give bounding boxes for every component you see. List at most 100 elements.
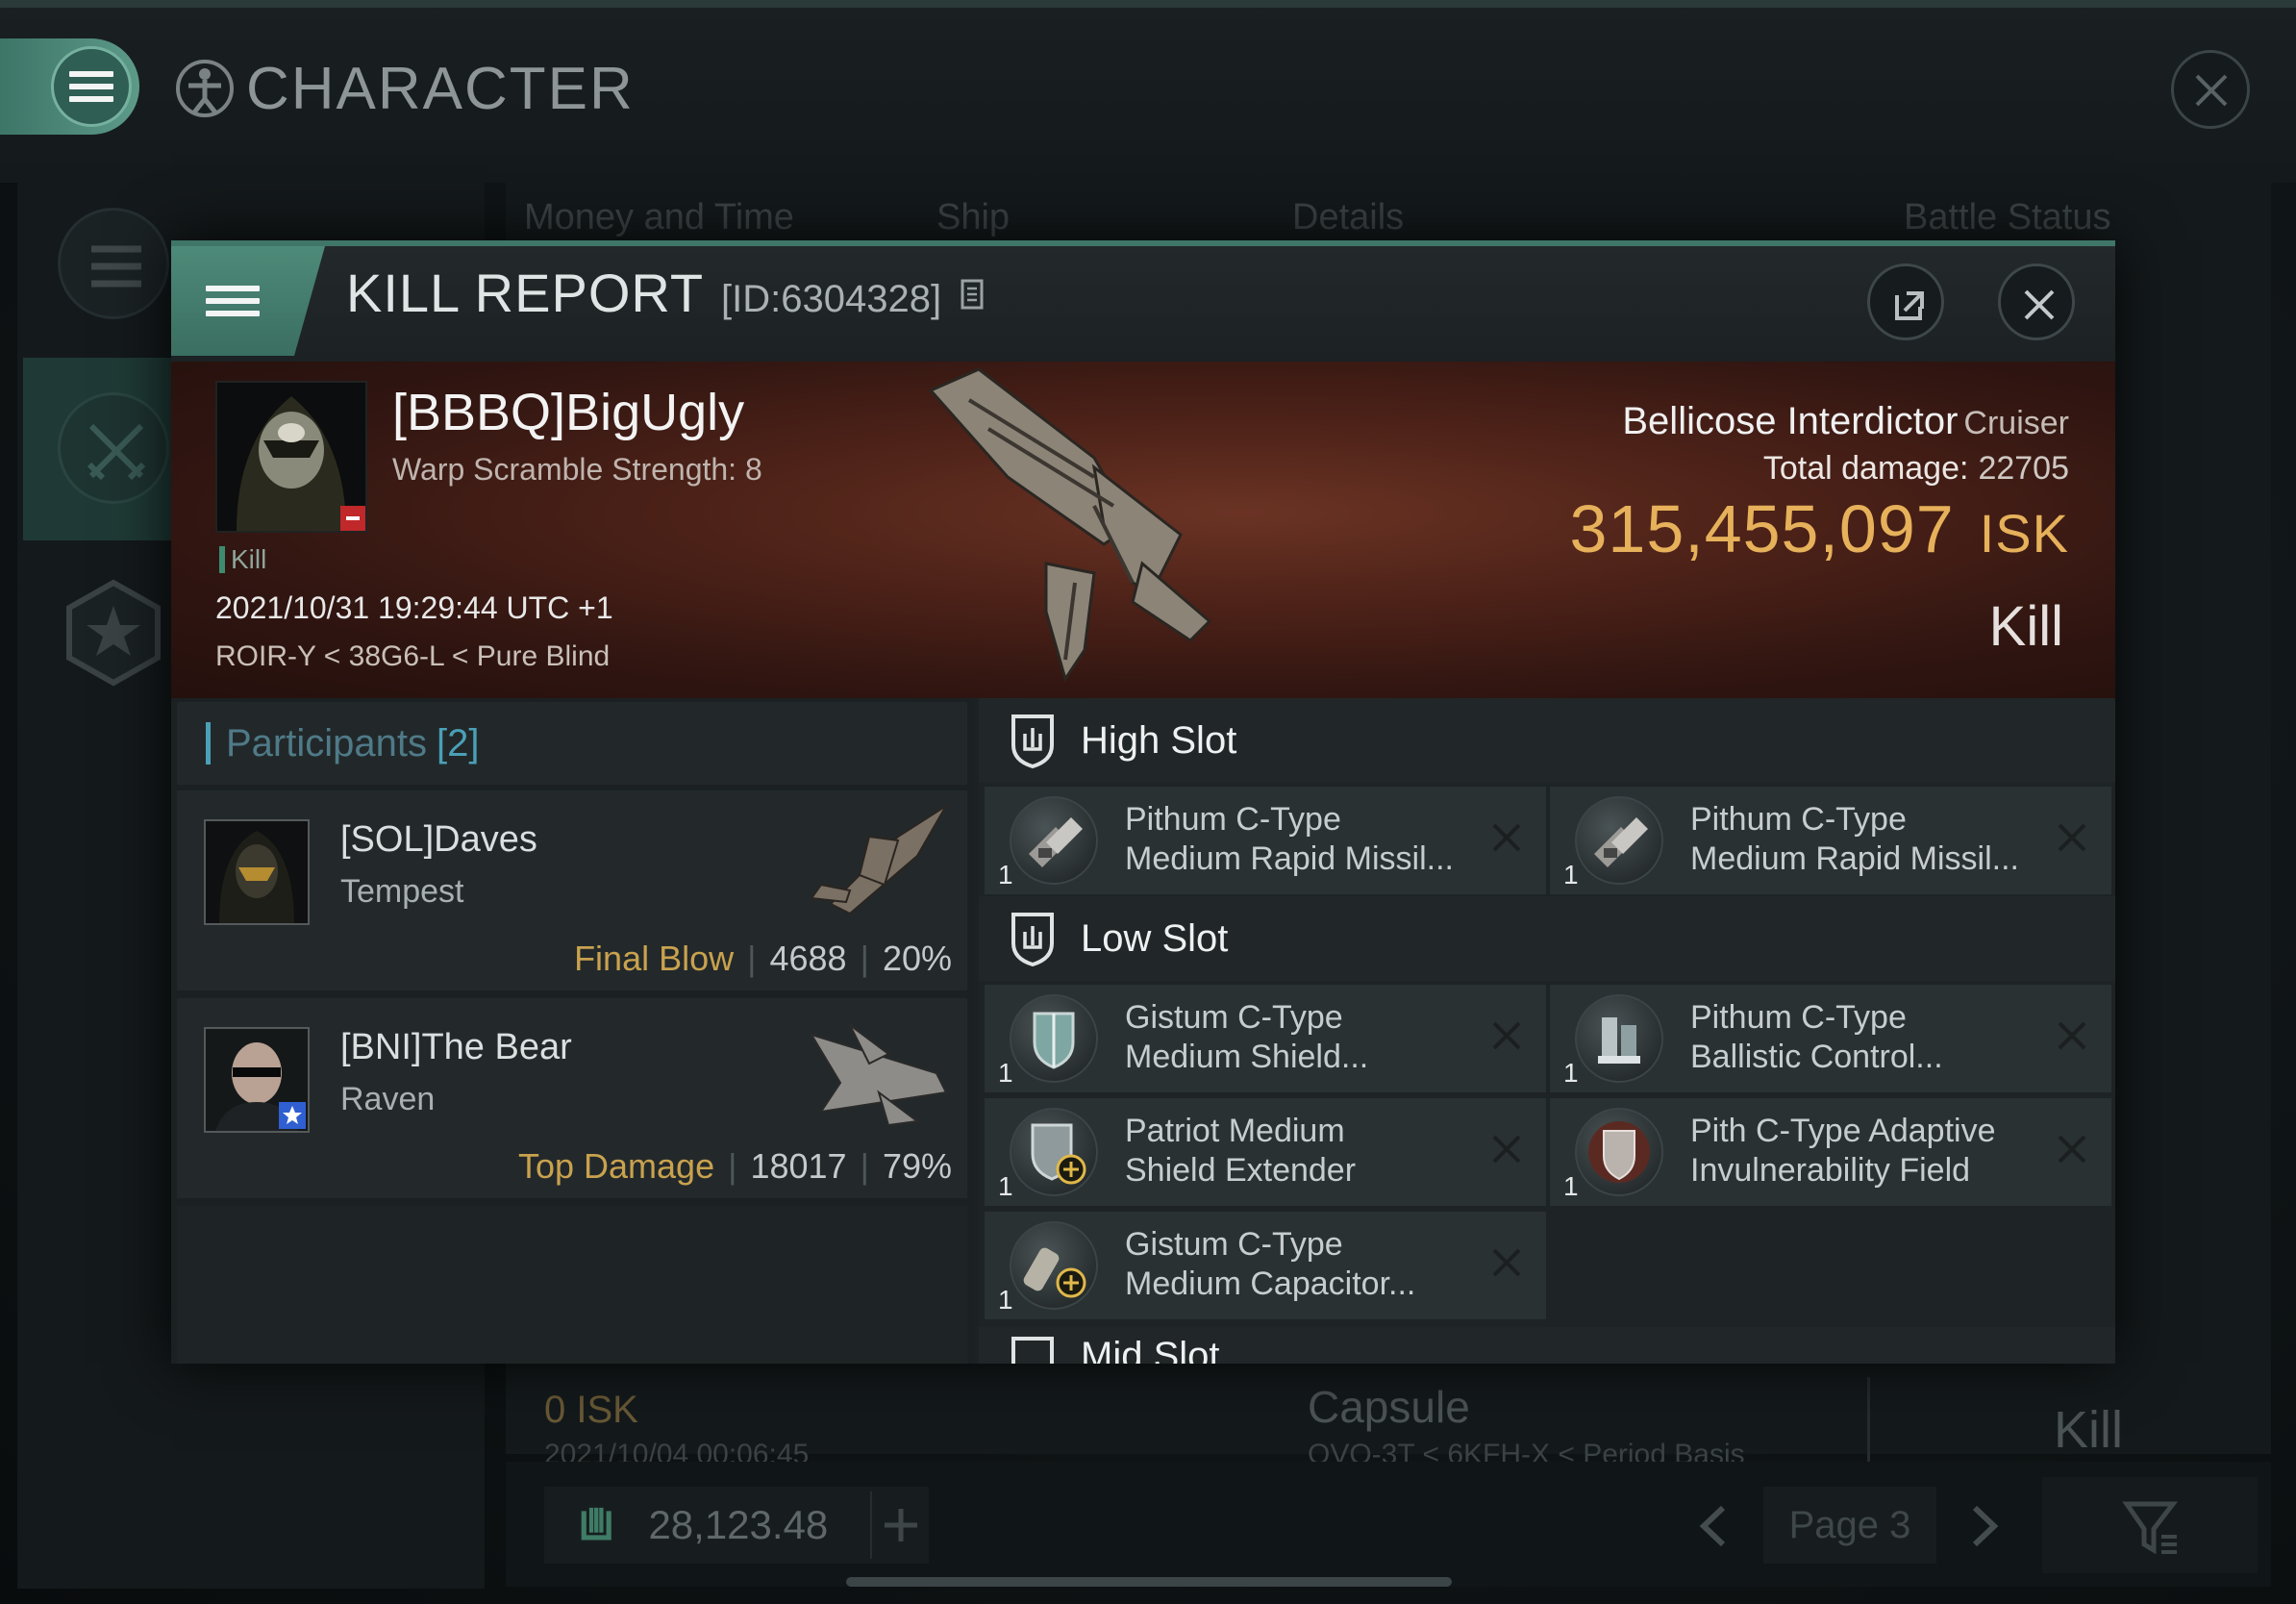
module-name-line2: Medium Rapid Missil... [1690,840,2019,877]
module-name-line1: Pithum C-Type [1690,801,1907,838]
ship-name[interactable]: Bellicose Interdictor [1622,400,1958,442]
module-name-line2: Ballistic Control... [1690,1039,1943,1075]
main-menu-button[interactable] [0,38,139,135]
filter-button[interactable] [2042,1477,2258,1573]
low-slot-header: Low Slot [979,896,2115,981]
high-slot-header: High Slot [979,698,2115,783]
total-damage-label: Total damage: [1762,450,1969,487]
plus-icon [884,1509,917,1541]
isk-value: 315,455,097 ISK [1569,490,2069,567]
window-title-text: CHARACTER [246,55,635,122]
isk-amount: 315,455,097 [1569,491,1955,566]
participants-header[interactable]: Participants [2] [177,702,967,785]
add-funds-button[interactable] [870,1491,929,1559]
close-icon [2024,289,2055,320]
high-slot-icon [1011,714,1054,768]
module-name-line2: Shield Extender [1125,1152,1357,1189]
participant-name[interactable]: [SOL]Daves [340,819,537,861]
module-name: Pithum C-Type Medium Rapid Missil... [1690,800,2056,879]
module-name-line2: Invulnerability Field [1690,1152,1971,1189]
bg-row-isk: 0 ISK [544,1389,638,1431]
hamburger-icon [206,279,260,323]
victim-name[interactable]: [BBBQ]BigUgly [392,383,744,442]
filter-icon [2122,1501,2179,1555]
participant-damage: 18017 [750,1146,847,1186]
module-quantity: 1 [998,1171,1013,1201]
module-name: Pithum C-Type Medium Rapid Missil... [1125,800,1490,879]
bg-row-date: 2021/10/04 00:06:45 [544,1439,810,1462]
module-item[interactable]: 1 Gistum C-Type Medium Capacitor... [985,1212,1546,1319]
kill-datetime: 2021/10/31 19:29:44 UTC +1 [215,590,613,625]
external-link-icon [1895,291,1924,320]
participant-stats: Top Damage | 18017 | 79% [517,1146,952,1186]
window-close-button[interactable] [2171,50,2250,129]
kill-result: Kill [1988,595,2063,658]
participant-name[interactable]: [BNI]The Bear [340,1027,572,1068]
next-page-button[interactable] [1965,1502,2004,1555]
participants-empty-area [177,1206,967,1364]
horizontal-scrollbar[interactable] [846,1577,1452,1587]
nav-item-list[interactable] [23,173,169,356]
missile-launcher-icon [1575,796,1663,885]
module-item[interactable]: 1 Pithum C-Type Medium Rapid Missil... [1550,787,2111,894]
participant-stats: Final Blow | 4688 | 20% [574,939,952,978]
copy-icon[interactable] [959,277,987,312]
module-name-line1: Pithum C-Type [1125,801,1341,838]
column-money-time[interactable]: Money and Time [524,197,794,238]
kill-tag-text: Kill [231,544,267,574]
fleet-star-icon [279,1102,306,1129]
bg-row-status: Kill [2054,1401,2124,1459]
prev-page-button[interactable] [1694,1502,1733,1555]
capacitor-module-icon [1010,1221,1098,1310]
destroyed-x-icon [1492,1021,1521,1050]
module-item[interactable]: 1 Gistum C-Type Medium Shield... [985,985,1546,1092]
module-name: Patriot Medium Shield Extender [1125,1112,1490,1190]
kill-report-modal: KILL REPORT [ID:6304328] [BBBQ]BigUgly W… [171,240,2115,1364]
module-name-line1: Patriot Medium [1125,1113,1345,1149]
bg-row-location: OVQ-3T < 6KFH-X < Period Basis [1308,1439,1745,1462]
column-details[interactable]: Details [1292,197,1404,238]
participant-row[interactable]: [SOL]Daves Tempest Final Blow | 4688 | 2… [177,790,967,990]
top-accent-line [0,0,2296,8]
module-item[interactable]: 1 Pith C-Type Adaptive Invulnerability F… [1550,1098,2111,1206]
window-title: CHARACTER [173,50,635,127]
fitting-panel: High Slot 1 Pithum C-Type Medium Rapid M… [979,698,2115,1364]
destroyed-x-icon [2058,1135,2086,1164]
module-quantity: 1 [1563,1171,1579,1201]
chevron-right-icon [1972,1505,1999,1547]
participant-row[interactable]: [BNI]The Bear Raven Top Damage | 18017 |… [177,998,967,1198]
module-name-line2: Medium Capacitor... [1125,1266,1416,1302]
modal-close-button[interactable] [1998,263,2075,340]
participants-label: Participants [226,721,427,764]
participant-percent: 20% [882,939,952,978]
module-name-line1: Gistum C-Type [1125,999,1343,1036]
share-button[interactable] [1867,263,1944,340]
column-ship[interactable]: Ship [936,197,1010,238]
shield-extender-icon [1010,1108,1098,1196]
menu-circle [51,46,132,127]
shield-module-icon [1010,994,1098,1083]
wallet-icon [581,1507,611,1541]
module-item[interactable]: 1 Patriot Medium Shield Extender [985,1098,1546,1206]
wallet-balance: 28,123.48 [648,1502,829,1547]
wallet-box: 28,123.48 [544,1487,929,1564]
low-slot-icon [1011,913,1054,966]
invulnerability-field-icon [1575,1108,1663,1196]
nav-item-medals[interactable] [23,542,167,725]
module-quantity: 1 [1563,860,1579,890]
module-name-line1: Pithum C-Type [1690,999,1907,1036]
mid-slot-header: Mid Slot [979,1327,2115,1364]
victim-portrait[interactable] [215,381,367,533]
column-battle-status[interactable]: Battle Status [1904,197,2110,238]
participant-percent: 79% [882,1146,952,1186]
module-item[interactable]: 1 Pithum C-Type Medium Rapid Missil... [985,787,1546,894]
participant-badge: Final Blow [574,939,735,978]
kill-location[interactable]: ROIR-Y < 38G6-L < Pure Blind [215,640,610,673]
module-item[interactable]: 1 Pithum C-Type Ballistic Control... [1550,985,2111,1092]
nav-item-combat[interactable] [23,358,177,540]
destroyed-x-icon [1492,1248,1521,1277]
module-name: Pithum C-Type Ballistic Control... [1690,998,2056,1077]
page-indicator: Page 3 [1763,1487,1936,1564]
module-quantity: 1 [998,860,1013,890]
participants-panel: Participants [2] [SOL]Daves Tempest Fina… [171,698,973,1364]
